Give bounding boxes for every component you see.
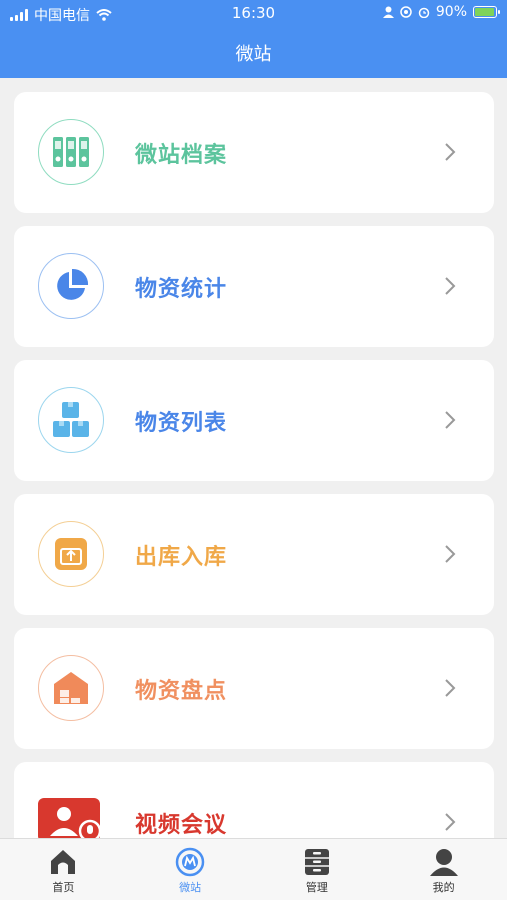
tab-manage[interactable]: 管理 <box>254 839 381 900</box>
chevron-right-icon <box>445 813 456 831</box>
location-lock-icon <box>400 6 412 18</box>
tab-mine[interactable]: 我的 <box>380 839 507 900</box>
pie-chart-icon <box>38 253 104 319</box>
menu-item-archive[interactable]: 微站档案 <box>14 92 494 213</box>
inbox-upload-icon <box>38 521 104 587</box>
menu-item-statistics[interactable]: 物资统计 <box>14 226 494 347</box>
person-icon <box>382 6 394 18</box>
menu-item-list[interactable]: 物资列表 <box>14 360 494 481</box>
cabinet-icon <box>304 849 329 875</box>
tab-bar: 首页 微站 管理 我的 <box>0 838 507 900</box>
chevron-right-icon <box>445 411 456 429</box>
station-icon <box>175 847 205 877</box>
menu-list: 微站档案 物资统计 物资列表 出库入库 物资盘点 视频会议 <box>14 92 494 896</box>
chevron-right-icon <box>445 277 456 295</box>
user-icon <box>429 849 458 876</box>
battery-icon <box>473 6 500 18</box>
tab-label-mine: 我的 <box>432 881 455 894</box>
binders-icon <box>38 119 104 185</box>
tab-label-station: 微站 <box>179 881 202 894</box>
battery-percent: 90% <box>435 4 467 20</box>
menu-label-archive: 微站档案 <box>135 143 228 168</box>
menu-label-statistics: 物资统计 <box>135 277 228 302</box>
tab-label-home: 首页 <box>52 881 75 894</box>
chevron-right-icon <box>445 143 456 161</box>
alarm-icon <box>418 7 430 18</box>
menu-item-inout[interactable]: 出库入库 <box>14 494 494 615</box>
chevron-right-icon <box>445 545 456 563</box>
status-bar: 中国电信 16:30 90% <box>0 0 507 28</box>
page-title: 微站 <box>235 44 272 65</box>
tab-station[interactable]: 微站 <box>127 839 254 900</box>
app-header: 中国电信 16:30 90% 微站 <box>0 0 507 78</box>
home-icon <box>51 850 76 874</box>
status-right: 90% <box>382 4 500 20</box>
menu-label-inventory: 物资盘点 <box>135 679 228 704</box>
warehouse-icon <box>38 655 104 721</box>
boxes-icon <box>38 387 104 453</box>
menu-label-video: 视频会议 <box>135 813 228 838</box>
menu-label-list: 物资列表 <box>135 411 228 436</box>
tab-home[interactable]: 首页 <box>0 839 127 900</box>
menu-item-inventory[interactable]: 物资盘点 <box>14 628 494 749</box>
tab-label-manage: 管理 <box>305 881 328 894</box>
chevron-right-icon <box>445 679 456 697</box>
menu-label-inout: 出库入库 <box>135 545 228 570</box>
